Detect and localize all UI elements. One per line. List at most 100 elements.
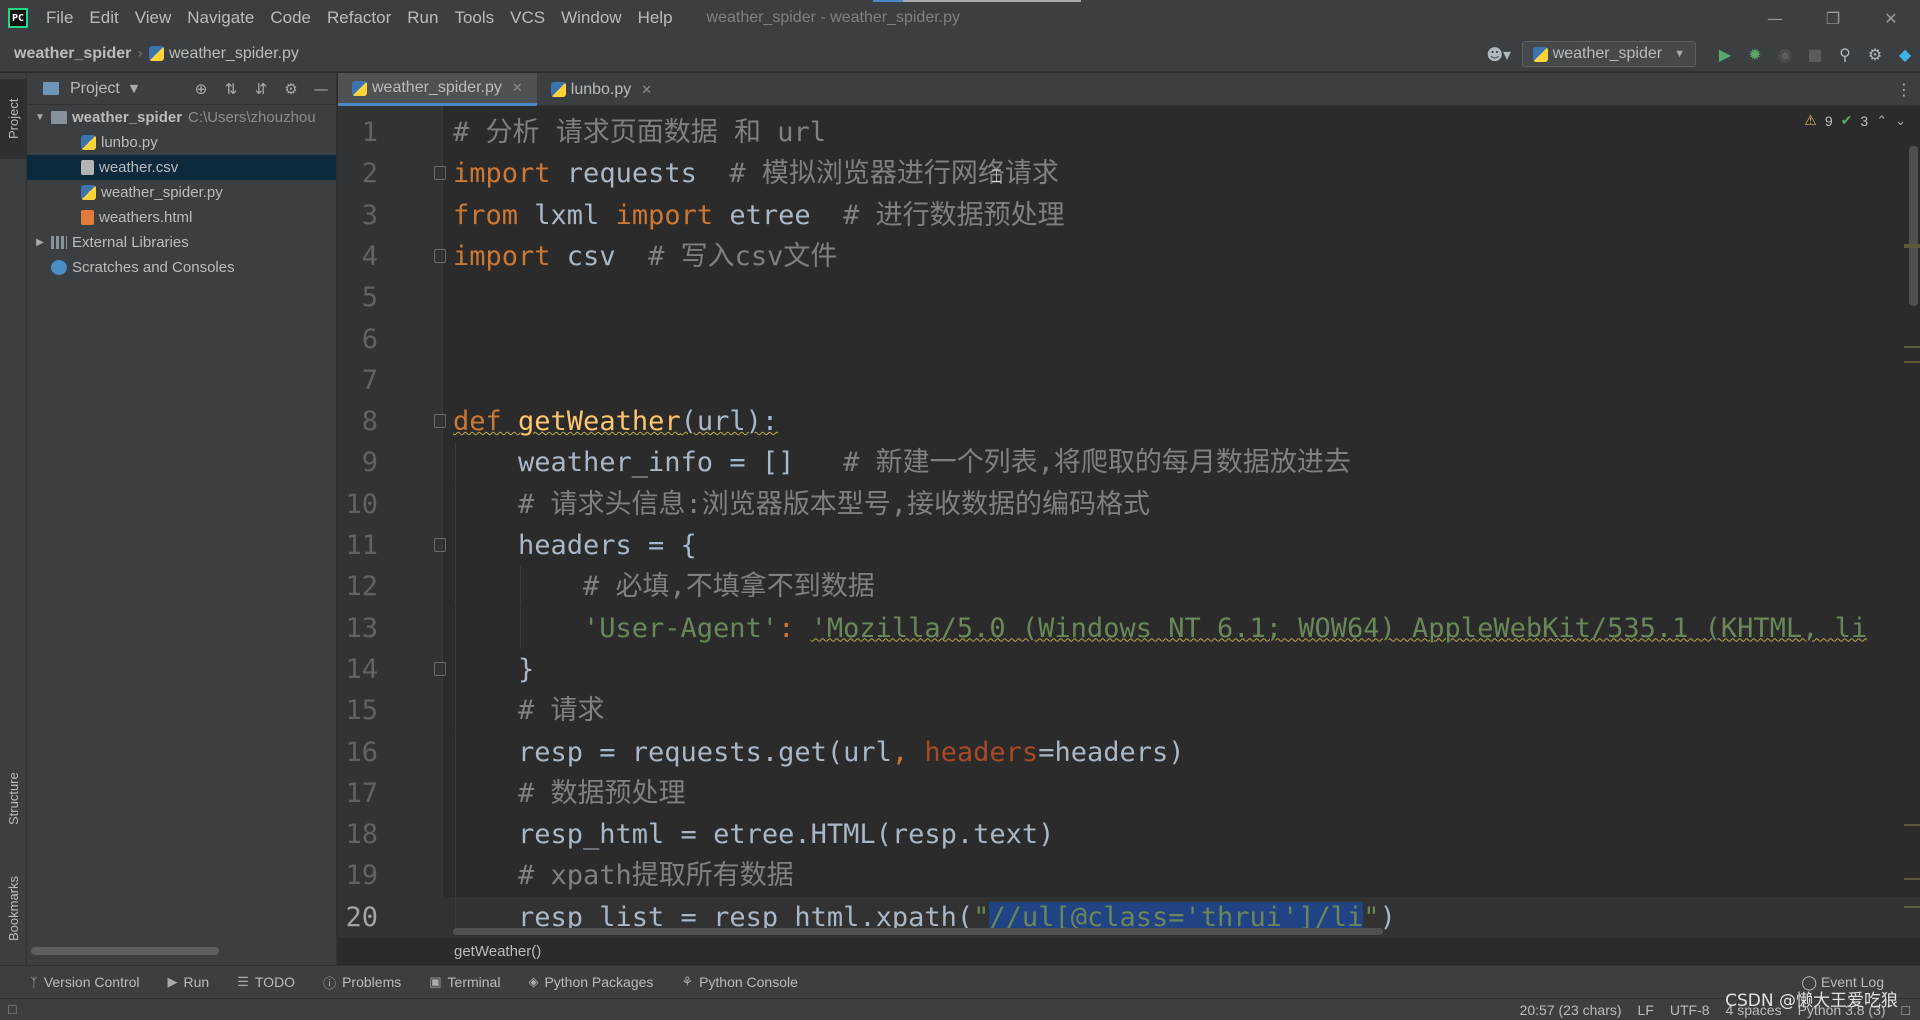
tool-problems[interactable]: ⓘ Problems — [323, 973, 401, 992]
run-configuration-select[interactable]: weather_spider ▼ — [1521, 41, 1696, 67]
fold-marker-icon[interactable] — [434, 538, 446, 552]
minimize-icon[interactable]: — — [1746, 0, 1804, 36]
code-breadcrumb[interactable]: getWeather() — [338, 937, 1920, 965]
code-line[interactable]: 8 def getWeather(url): — [338, 401, 1920, 442]
expand-all-icon[interactable]: ⇅ — [216, 80, 246, 98]
expanded-arrow-icon[interactable]: ▼ — [33, 112, 47, 123]
close-tab-icon[interactable]: ✕ — [641, 82, 652, 98]
error-stripe-marker[interactable] — [1904, 824, 1920, 826]
restore-icon[interactable]: ❐ — [1804, 0, 1862, 36]
user-account-icon[interactable]: ☻▾ — [1484, 36, 1514, 72]
hide-panel-icon[interactable]: — — [306, 80, 336, 98]
file-encoding[interactable]: UTF-8 — [1670, 1002, 1710, 1018]
fold-marker-icon[interactable] — [434, 414, 446, 429]
code-line[interactable]: 12 # 必填,不填拿不到数据 — [338, 566, 1920, 608]
menu-help[interactable]: Help — [630, 0, 681, 36]
code-line[interactable]: 15 # 请求 — [338, 690, 1920, 732]
next-highlight-icon[interactable]: ⌄ — [1895, 113, 1906, 129]
collapse-all-icon[interactable]: ⇵ — [246, 80, 276, 98]
code-editor[interactable]: 1 # 分析 请求页面数据 和 url 2 import requests # 模拟浏… — [338, 106, 1920, 937]
code-line[interactable]: 14} — [338, 648, 1920, 690]
fold-marker-icon[interactable] — [434, 166, 446, 181]
code-line[interactable]: 7 — [338, 360, 1920, 401]
settings-gear-icon[interactable]: ⚙ — [1860, 36, 1890, 72]
collapsed-arrow-icon[interactable]: ▶ — [33, 237, 47, 248]
menu-refactor[interactable]: Refactor — [319, 0, 399, 36]
menu-navigate[interactable]: Navigate — [179, 0, 262, 36]
tree-item-weather-csv[interactable]: weather.csv — [27, 155, 336, 180]
locate-file-icon[interactable]: ⊕ — [186, 80, 216, 98]
tree-item-lunbo[interactable]: lunbo.py — [27, 130, 336, 155]
fold-marker-icon[interactable] — [434, 661, 446, 676]
previous-highlight-icon[interactable]: ⌃ — [1876, 113, 1887, 129]
tree-item-scratches[interactable]: Scratches and Consoles — [27, 255, 336, 280]
code-line[interactable]: 10 # 请求头信息:浏览器版本型号,接收数据的编码格式 — [338, 483, 1920, 525]
editor-vertical-scrollbar[interactable] — [1909, 146, 1918, 306]
tool-python-packages[interactable]: ◈ Python Packages — [528, 974, 653, 990]
stop-icon[interactable]: ■ — [1800, 36, 1830, 72]
menu-tools[interactable]: Tools — [446, 0, 502, 36]
tool-todo[interactable]: ☰ TODO — [237, 974, 295, 990]
error-stripe-marker[interactable] — [1904, 906, 1920, 908]
project-panel-title[interactable]: Project — [70, 80, 120, 98]
menu-window[interactable]: Window — [553, 0, 629, 36]
project-panel-scrollbar[interactable] — [31, 947, 219, 955]
close-window-icon[interactable]: ✕ — [1862, 0, 1920, 36]
jetbrains-toolbox-icon[interactable]: ◆ — [1890, 36, 1920, 72]
tool-terminal[interactable]: ▣ Terminal — [429, 974, 500, 990]
inspection-widget[interactable]: ⚠ 9 ✔ 3 ⌃ ⌄ — [1804, 112, 1906, 129]
code-line[interactable]: 16 resp = requests.get(url, headers=heade… — [338, 731, 1920, 773]
menu-view[interactable]: View — [127, 0, 180, 36]
coverage-icon[interactable]: ◉ — [1770, 36, 1800, 72]
error-stripe-marker[interactable] — [1904, 246, 1920, 248]
python-file-icon — [149, 46, 164, 61]
tool-python-console[interactable]: ⚘ Python Console — [681, 974, 798, 990]
breadcrumb-project[interactable]: weather_spider — [14, 45, 131, 63]
code-line[interactable]: 1 # 分析 请求页面数据 和 url — [338, 112, 1920, 153]
code-line[interactable]: 19 # xpath提取所有数据 — [338, 855, 1920, 897]
tree-item-weathers-html[interactable]: weathers.html — [27, 205, 336, 230]
tool-run[interactable]: ▶ Run — [168, 974, 210, 990]
tool-windows-toggle-icon[interactable]: □ — [8, 1001, 16, 1017]
tree-item-external-libraries[interactable]: ▶ External Libraries — [27, 230, 336, 255]
code-line[interactable]: 17 # 数据预处理 — [338, 772, 1920, 814]
code-line[interactable]: 4 import csv # 写入csv文件 — [338, 236, 1920, 277]
tree-root[interactable]: ▼ weather_spider C:\Users\zhouzhou — [27, 105, 336, 130]
tab-weather-spider[interactable]: weather_spider.py ✕ — [338, 73, 537, 106]
chevron-down-icon[interactable]: ▼ — [130, 82, 138, 95]
menu-code[interactable]: Code — [262, 0, 319, 36]
editor-horizontal-scrollbar[interactable] — [453, 928, 1383, 935]
run-icon[interactable]: ▶ — [1710, 36, 1740, 72]
menu-run[interactable]: Run — [399, 0, 446, 36]
code-line[interactable]: 13 'User-Agent': 'Mozilla/5.0 (Windows NT… — [338, 607, 1920, 649]
error-stripe-marker[interactable] — [1904, 346, 1920, 348]
fold-marker-icon[interactable] — [434, 248, 446, 263]
stripe-tab-bookmarks[interactable]: Bookmarks — [0, 858, 27, 958]
search-icon[interactable]: ⚲ — [1830, 36, 1860, 72]
close-tab-icon[interactable]: ✕ — [512, 80, 523, 96]
lock-icon[interactable]: □ — [1902, 1002, 1910, 1018]
code-line[interactable]: 9 weather_info = [] # 新建一个列表,将爬取的每月数据放进去 — [338, 442, 1920, 484]
panel-settings-gear-icon[interactable]: ⚙ — [276, 80, 306, 98]
tab-lunbo[interactable]: lunbo.py ✕ — [537, 73, 666, 106]
code-line[interactable]: 3 from lxml import etree # 进行数据预处理 — [338, 195, 1920, 236]
error-stripe-marker[interactable] — [1904, 878, 1920, 880]
code-line[interactable]: 5 — [338, 277, 1920, 318]
stripe-tab-project[interactable]: Project — [0, 79, 27, 159]
code-line[interactable]: 2 import requests # 模拟浏览器进行网络请求 — [338, 153, 1920, 194]
stripe-tab-structure[interactable]: Structure — [0, 753, 27, 845]
code-line[interactable]: 18 resp_html = etree.HTML(resp.text) — [338, 814, 1920, 856]
code-line[interactable]: 11 headers = { — [338, 525, 1920, 566]
tree-item-weather-spider[interactable]: weather_spider.py — [27, 180, 336, 205]
breadcrumb-file[interactable]: weather_spider.py — [169, 45, 299, 63]
menu-file[interactable]: File — [38, 0, 81, 36]
error-stripe-marker[interactable] — [1904, 361, 1920, 363]
debug-icon[interactable]: ✹ — [1740, 36, 1770, 72]
more-options-icon[interactable]: ⋮ — [1896, 73, 1912, 106]
menu-vcs[interactable]: VCS — [502, 0, 553, 36]
menu-edit[interactable]: Edit — [81, 0, 126, 36]
tool-version-control[interactable]: ᛉ Version Control — [30, 974, 140, 990]
code-line[interactable]: 6 — [338, 319, 1920, 360]
line-separator[interactable]: LF — [1638, 1002, 1654, 1018]
caret-position[interactable]: 20:57 (23 chars) — [1520, 1002, 1622, 1018]
